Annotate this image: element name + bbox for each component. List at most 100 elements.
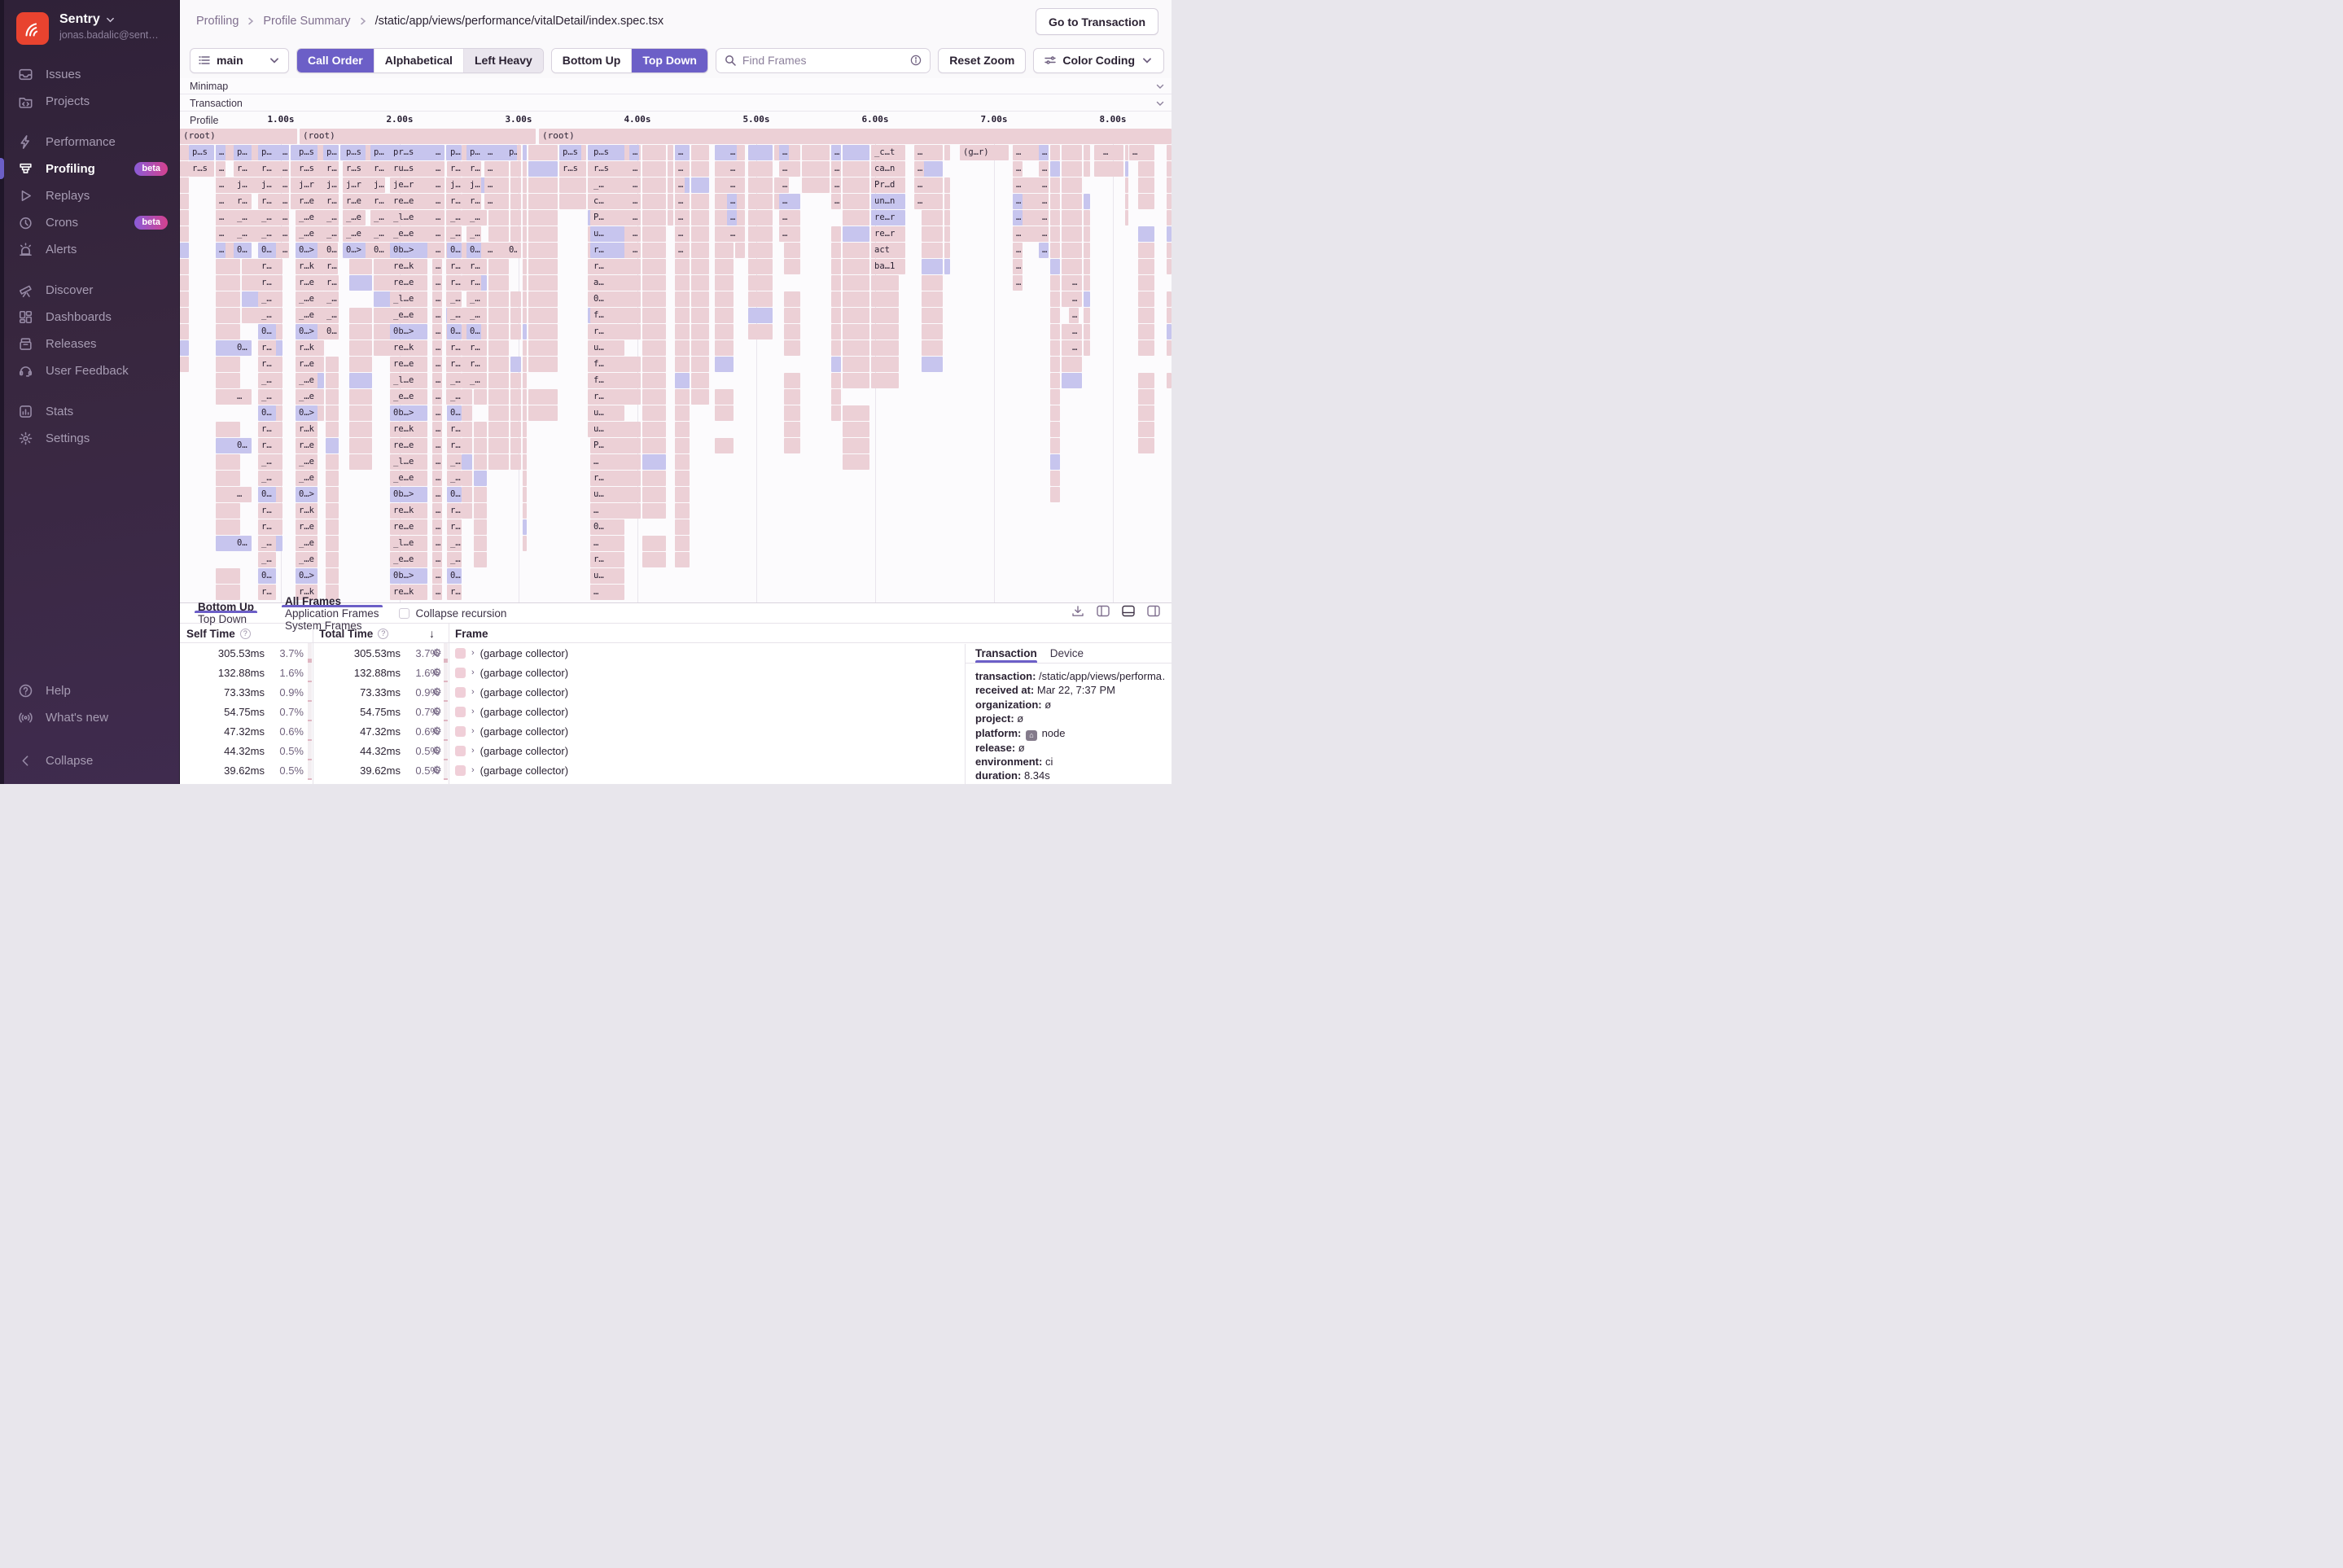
flame-cell[interactable]: r… [258,161,276,177]
flame-cell[interactable]: 0… [447,324,462,339]
flame-cell[interactable]: … [1039,145,1049,160]
flame-cell[interactable]: _… [234,226,252,242]
flame-cell[interactable]: r…e [296,438,318,453]
flame-cell[interactable]: … [1069,308,1079,323]
flame-cell[interactable] [675,259,690,274]
flame-cell[interactable]: r… [323,259,338,274]
flame-cell[interactable]: r… [447,503,462,519]
sort-call-order-button[interactable]: Call Order [297,49,374,72]
flame-cell[interactable] [715,324,734,339]
flame-cell[interactable]: … [432,503,442,519]
flame-cell[interactable] [675,389,690,405]
flame-cell[interactable] [748,308,773,323]
flame-cell[interactable]: r… [258,357,276,372]
flame-cell[interactable] [1062,177,1082,193]
flame-cell[interactable]: … [432,145,442,160]
flame-cell[interactable] [349,438,372,453]
sidebar-item-performance[interactable]: Performance [0,129,179,155]
flame-cell[interactable]: _… [323,291,338,307]
flame-cell[interactable] [488,405,509,421]
flame-cell[interactable]: p…s [590,145,624,160]
flame-cell[interactable] [1050,438,1060,453]
flame-cell[interactable] [691,308,709,323]
flame-cell[interactable] [691,243,709,258]
flame-cell[interactable] [510,438,521,453]
flame-cell[interactable] [1138,308,1154,323]
frame-settings-gear-icon[interactable]: ⚙ [432,721,442,741]
org-header[interactable]: Sentry jonas.badalic@sent… [0,0,179,45]
flame-cell[interactable] [523,471,527,486]
flame-cell[interactable]: … [279,177,289,193]
flame-cell[interactable] [642,275,666,291]
flame-cell[interactable]: … [831,177,841,193]
flame-cell[interactable] [1050,145,1060,160]
flame-cell[interactable]: r… [466,340,481,356]
flame-cell[interactable] [1125,210,1128,226]
flame-cell[interactable] [1050,340,1060,356]
flame-cell[interactable]: … [727,161,737,177]
flame-cell[interactable] [1062,194,1082,209]
flame-cell[interactable]: u… [590,487,624,502]
flame-cell[interactable] [523,161,527,177]
flame-cell[interactable] [642,552,666,567]
flame-cell[interactable]: … [590,454,624,470]
flame-cell[interactable] [642,243,666,258]
flame-cell[interactable]: … [432,487,442,502]
flame-cell[interactable] [831,291,841,307]
flame-cell[interactable]: r… [258,340,276,356]
flame-cell[interactable] [216,259,240,274]
flame-cell[interactable]: … [1039,161,1049,177]
flame-cell[interactable] [1084,243,1090,258]
chevron-right-icon[interactable]: › [471,765,475,775]
flame-cell[interactable]: … [590,585,624,600]
sidebar-item-discover[interactable]: Discover [0,277,179,304]
flame-cell[interactable]: … [1013,161,1023,177]
flame-cell[interactable]: 0… [447,487,462,502]
flame-cell[interactable] [462,471,472,486]
flame-cell[interactable] [1050,373,1060,388]
flame-cell[interactable]: re…r [871,210,905,226]
flame-cell[interactable]: … [432,161,442,177]
frame-settings-gear-icon[interactable]: ⚙ [432,760,442,780]
flame-cell[interactable] [748,210,773,226]
flame-cell[interactable]: 0… [234,536,252,551]
flame-cell[interactable] [216,373,240,388]
flame-cell[interactable] [944,259,950,274]
flame-cell[interactable] [831,275,841,291]
flame-cell[interactable] [180,210,189,226]
flame-cell[interactable]: r… [258,438,276,453]
flame-cell[interactable]: f… [590,373,624,388]
frame-name-cell[interactable]: ›(garbage collector) [455,682,568,702]
flame-cell[interactable]: re…k [390,503,427,519]
flame-cell[interactable]: _… [258,226,276,242]
flame-cell[interactable] [843,226,869,242]
flame-cell[interactable] [675,422,690,437]
flame-cell[interactable]: … [279,145,289,160]
go-to-transaction-button[interactable]: Go to Transaction [1036,8,1158,35]
flame-cell[interactable] [831,373,841,388]
flame-cell[interactable]: a… [590,275,624,291]
flame-cell[interactable] [784,243,800,258]
flame-cell[interactable]: r… [447,194,462,209]
flame-cell[interactable]: … [629,194,639,209]
flame-cell[interactable]: … [1039,194,1049,209]
flame-cell[interactable] [180,194,189,209]
flame-cell[interactable] [922,145,943,160]
flame-cell[interactable] [675,438,690,453]
flame-cell[interactable]: _… [447,308,462,323]
flame-cell[interactable] [843,259,869,274]
flame-cell[interactable]: … [914,177,924,193]
flame-cell[interactable] [802,161,830,177]
flame-cell[interactable]: r…k [296,503,318,519]
flame-cell[interactable]: … [675,210,685,226]
flame-cell[interactable]: p… [447,145,462,160]
flame-cell[interactable]: … [216,177,226,193]
flame-cell[interactable] [180,145,189,160]
flame-cell[interactable]: r… [447,275,462,291]
flame-cell[interactable] [784,324,800,339]
export-download-icon[interactable] [1071,605,1084,621]
flame-cell[interactable] [488,291,509,307]
flame-cell[interactable] [474,471,487,486]
flame-cell[interactable] [675,487,690,502]
flame-cell[interactable]: … [1039,210,1049,226]
